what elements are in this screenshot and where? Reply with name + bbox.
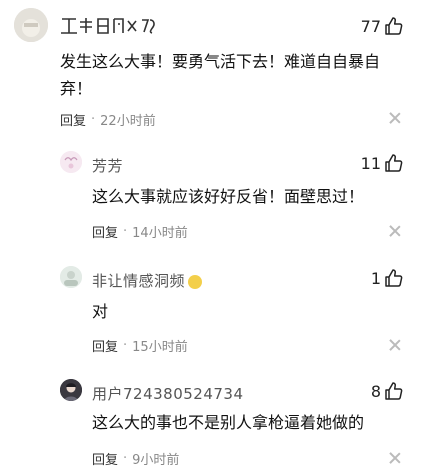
username[interactable]: 用户724380524734 — [92, 383, 244, 404]
comment-text: 这么大的事也不是别人拿枪逼着她做的 — [92, 413, 365, 432]
thumbs-up-icon[interactable] — [383, 381, 403, 401]
avatar[interactable] — [14, 8, 48, 42]
timestamp: 15小时前 — [132, 340, 188, 355]
timestamp: 9小时前 — [132, 453, 180, 468]
like-control[interactable]: 1 — [371, 268, 403, 288]
timestamp: 14小时前 — [132, 226, 188, 241]
meta-separator: · — [123, 451, 128, 466]
like-count: 77 — [360, 16, 381, 36]
reply-button[interactable]: 回复 — [92, 449, 118, 468]
comment-text: 对 — [92, 302, 109, 321]
comment-2: 芳芳 11 这么大事就应该好好反省！面壁思过！ 回复 · 14小时前 — [0, 135, 431, 250]
meta-separator: · — [123, 224, 128, 239]
meta-separator: · — [123, 338, 128, 353]
username-obscured-graphic — [61, 18, 155, 34]
like-control[interactable]: 8 — [371, 381, 403, 401]
reply-button[interactable]: 回复 — [60, 110, 86, 129]
thumbs-up-icon[interactable] — [383, 268, 403, 288]
avatar[interactable] — [60, 379, 82, 401]
timestamp: 22小时前 — [100, 114, 156, 129]
meta-separator: · — [91, 112, 96, 127]
close-icon[interactable] — [389, 339, 401, 351]
avatar[interactable] — [60, 266, 82, 288]
like-control[interactable]: 77 — [361, 16, 403, 36]
username[interactable]: 芳芳 — [92, 155, 123, 176]
like-count: 8 — [370, 381, 381, 401]
comment-meta: 回复 · 15小时前 — [92, 336, 188, 355]
thumbs-up-icon[interactable] — [383, 16, 403, 36]
close-icon[interactable] — [389, 112, 401, 124]
reply-button[interactable]: 回复 — [92, 336, 118, 355]
avatar[interactable] — [60, 151, 82, 173]
comment-meta: 回复 · 22小时前 — [60, 110, 156, 129]
thumbs-up-icon[interactable] — [383, 153, 403, 173]
comment-meta: 回复 · 14小时前 — [92, 222, 188, 241]
comment-3: 非让情感洞频 1 对 回复 · 15小时前 — [0, 250, 431, 365]
like-count: 11 — [360, 153, 381, 173]
like-count: 1 — [370, 268, 381, 288]
comment-4: 用户724380524734 8 这么大的事也不是别人拿枪逼着她做的 回复 · … — [0, 365, 431, 468]
like-control[interactable]: 11 — [361, 153, 403, 173]
close-icon[interactable] — [389, 225, 401, 237]
close-icon[interactable] — [389, 452, 401, 464]
username-text: 非让情感洞频 — [92, 272, 186, 290]
comment-text: 这么大事就应该好好反省！面壁思过！ — [92, 187, 365, 206]
comment-meta: 回复 · 9小时前 — [92, 449, 179, 468]
smile-emoji-icon — [188, 274, 203, 289]
reply-button[interactable]: 回复 — [92, 222, 118, 241]
comment-text: 发生这么大事！要勇气活下去！难道自自暴自弃！ — [60, 52, 381, 98]
username[interactable]: 非让情感洞频 — [92, 270, 203, 291]
comment-1: 77 发生这么大事！要勇气活下去！难道自自暴自弃！ 回复 · 22小时前 — [0, 0, 431, 135]
